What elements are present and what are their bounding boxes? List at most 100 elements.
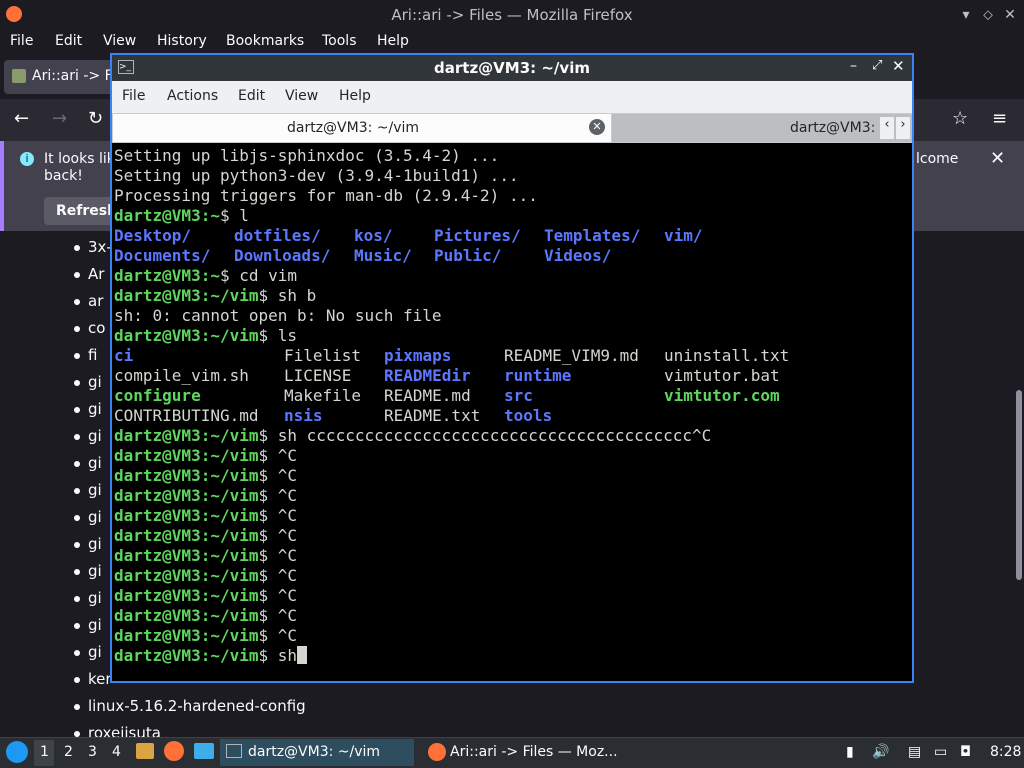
bullet (74, 677, 80, 683)
command: $ ^C (258, 466, 298, 485)
prompt-line: dartz@VM3:~/vim$ ls (114, 326, 297, 346)
updates-icon[interactable]: ◘ (960, 744, 971, 760)
file-link[interactable]: gi (88, 373, 102, 391)
notice-text-right: lcome (916, 151, 959, 167)
desktop-2[interactable]: 2 (64, 744, 73, 760)
prompt: dartz@VM3:~ (114, 266, 220, 285)
clipboard-icon[interactable]: ▤ (908, 744, 921, 760)
file-link[interactable]: linux-5.16.2-hardened-config (88, 697, 306, 715)
desktop-1[interactable]: 1 (40, 744, 49, 760)
file-link[interactable]: gi (88, 481, 102, 499)
notice-close-icon[interactable]: ✕ (990, 148, 1005, 169)
menu-view[interactable]: View (103, 33, 136, 49)
prompt: dartz@VM3:~/vim (114, 486, 259, 505)
prompt: dartz@VM3:~/vim (114, 326, 259, 345)
term-menu-help[interactable]: Help (339, 88, 371, 104)
term-menu-view[interactable]: View (285, 88, 318, 104)
menu-history[interactable]: History (157, 33, 207, 49)
bullet (74, 650, 80, 656)
menu-file[interactable]: File (10, 33, 33, 49)
file-entry: tools (504, 406, 553, 425)
file-link[interactable]: gi (88, 400, 102, 418)
bullet (74, 380, 80, 386)
file-link[interactable]: Ar (88, 265, 104, 283)
terminal-maximize-icon[interactable]: ⤢ (872, 58, 882, 73)
prompt-line: dartz@VM3:~/vim$ ^C (114, 446, 297, 466)
tab-scroll-left-icon[interactable]: ‹ (880, 117, 894, 139)
menu-bookmarks[interactable]: Bookmarks (226, 33, 304, 49)
menu-edit[interactable]: Edit (55, 33, 82, 49)
dir-entry: vim/ (664, 226, 703, 245)
prompt: dartz@VM3:~/vim (114, 506, 259, 525)
bullet (74, 488, 80, 494)
command: $ l (219, 206, 249, 225)
restore-icon[interactable]: ⬦ (978, 5, 998, 25)
file-entry: ci (114, 346, 134, 365)
file-link[interactable]: ar (88, 292, 103, 310)
terminal-output[interactable]: Setting up libjs-sphinxdoc (3.5.4-2) ...… (114, 146, 910, 680)
file-entry: configure (114, 386, 201, 405)
prompt-line: dartz@VM3:~/vim$ sh (114, 646, 308, 666)
terminal-tab-second-label: dartz@VM3: ~ (790, 120, 892, 136)
bookmark-star-icon[interactable]: ☆ (952, 108, 968, 129)
file-link[interactable]: gi (88, 562, 102, 580)
desktop-3[interactable]: 3 (88, 744, 97, 760)
close-icon[interactable]: ✕ (1000, 5, 1020, 25)
window-icon[interactable] (194, 743, 214, 759)
prompt: dartz@VM3:~/vim (114, 546, 259, 565)
minimize-icon[interactable]: ▾ (956, 5, 976, 25)
term-menu-actions[interactable]: Actions (167, 88, 218, 104)
bullet (74, 326, 80, 332)
tray-lock-icon[interactable]: ▮ (846, 744, 854, 760)
menu-help[interactable]: Help (377, 33, 409, 49)
network-icon[interactable]: ▭ (934, 744, 947, 760)
app-launcher-icon[interactable] (6, 741, 28, 763)
task-firefox[interactable]: Ari::ari -> Files — Moz... (450, 744, 618, 760)
scrollbar-thumb[interactable] (1016, 390, 1022, 580)
terminal-close-icon[interactable]: ✕ (892, 57, 905, 75)
command: $ cd vim (219, 266, 298, 285)
term-menu-edit[interactable]: Edit (238, 88, 265, 104)
volume-icon[interactable]: 🔊 (872, 744, 889, 760)
dir-entry: Videos/ (544, 246, 612, 265)
prompt-line: dartz@VM3:~/vim$ ^C (114, 546, 297, 566)
term-menu-file[interactable]: File (122, 88, 145, 104)
file-link[interactable]: fi (88, 346, 97, 364)
file-entry: CONTRIBUTING.md (114, 406, 259, 425)
command: $ ^C (258, 546, 298, 565)
file-link[interactable]: gi (88, 427, 102, 445)
file-link[interactable]: gi (88, 454, 102, 472)
output-line: Setting up libjs-sphinxdoc (3.5.4-2) ... (114, 146, 500, 165)
file-link[interactable]: gi (88, 508, 102, 526)
bullet (74, 596, 80, 602)
file-link[interactable]: ker (88, 670, 112, 688)
menu-tools[interactable]: Tools (322, 33, 357, 49)
command: $ sh ccccccccccccccccccccccccccccccccccc… (258, 426, 712, 445)
file-link[interactable]: gi (88, 616, 102, 634)
dir-entry: Documents/ (114, 246, 211, 265)
reload-icon[interactable]: ↻ (88, 108, 103, 129)
back-icon[interactable]: ← (14, 108, 29, 129)
prompt-line: dartz@VM3:~/vim$ ^C (114, 526, 297, 546)
file-entry: nsis (284, 406, 323, 425)
tab-close-icon[interactable]: ✕ (589, 119, 605, 135)
terminal-minimize-icon[interactable]: – (850, 58, 857, 74)
file-link[interactable]: gi (88, 535, 102, 553)
hamburger-menu-icon[interactable]: ≡ (992, 108, 1007, 129)
bullet (74, 407, 80, 413)
task-terminal[interactable]: dartz@VM3: ~/vim (248, 744, 380, 760)
file-link[interactable]: gi (88, 589, 102, 607)
prompt-line: dartz@VM3:~/vim$ sh b (114, 286, 316, 306)
command: $ ls (258, 326, 298, 345)
tab-scroll-right-icon[interactable]: › (896, 117, 910, 139)
notice-text: It looks lik (44, 151, 115, 167)
firefox-launcher-icon[interactable] (164, 741, 184, 761)
desktop-4[interactable]: 4 (112, 744, 121, 760)
file-link[interactable]: co (88, 319, 105, 337)
forward-icon[interactable]: → (52, 108, 67, 129)
file-link[interactable]: gi (88, 643, 102, 661)
file-manager-icon[interactable] (136, 743, 154, 759)
file-entry: vimtutor.com (664, 386, 780, 405)
prompt: dartz@VM3:~/vim (114, 586, 259, 605)
file-link[interactable]: 3x- (88, 238, 112, 256)
